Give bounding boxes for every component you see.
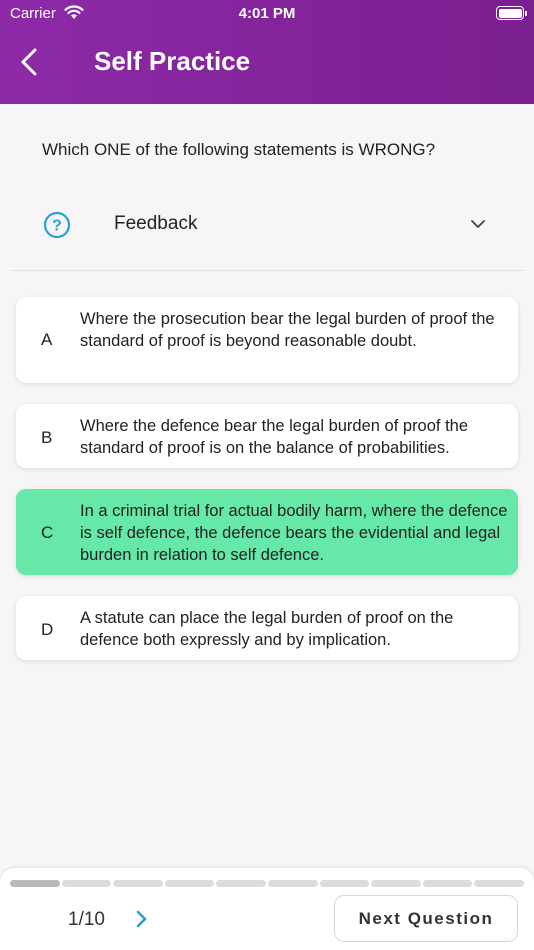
- answer-option-c[interactable]: C In a criminal trial for actual bodily …: [16, 489, 518, 575]
- answer-option-b[interactable]: B Where the defence bear the legal burde…: [16, 404, 518, 468]
- answer-option-a[interactable]: A Where the prosecution bear the legal b…: [16, 297, 518, 383]
- chevron-down-icon: [471, 220, 485, 228]
- status-bar: Carrier 4:01 PM: [0, 0, 534, 28]
- option-text: A statute can place the legal burden of …: [80, 609, 454, 649]
- progress-segment: [474, 880, 524, 887]
- answer-option-d[interactable]: D A statute can place the legal burden o…: [16, 596, 518, 660]
- progress-segment: [10, 880, 60, 887]
- app-header: Carrier 4:01 PM Self Practice: [0, 0, 534, 104]
- option-letter: B: [41, 428, 53, 447]
- divider: [10, 270, 524, 271]
- progress-segment: [164, 880, 215, 887]
- back-button[interactable]: [14, 44, 46, 80]
- progress-segment: [371, 880, 421, 887]
- progress-segment: [113, 880, 163, 887]
- progress-segment: [267, 880, 318, 887]
- progress-indicator: [10, 880, 524, 887]
- progress-segment: [422, 880, 473, 887]
- battery-icon: [496, 6, 527, 20]
- feedback-label: Feedback: [114, 213, 198, 234]
- svg-text:?: ?: [52, 218, 62, 235]
- option-letter: A: [41, 330, 53, 349]
- option-text: In a criminal trial for actual bodily ha…: [80, 502, 508, 564]
- question-text: Which ONE of the following statements is…: [42, 140, 436, 159]
- option-text: Where the prosecution bear the legal bur…: [80, 310, 495, 350]
- chevron-right-icon[interactable]: [134, 909, 150, 929]
- bottom-bar: 1/10 Next Question: [0, 868, 534, 950]
- next-question-button[interactable]: Next Question: [334, 895, 518, 942]
- progress-segment: [216, 880, 266, 887]
- status-time: 4:01 PM: [238, 5, 296, 22]
- option-letter: C: [41, 523, 54, 542]
- option-text: Where the defence bear the legal burden …: [80, 417, 469, 457]
- feedback-toggle[interactable]: ? Feedback: [10, 196, 524, 254]
- question-counter: 1/10: [68, 909, 105, 930]
- help-circle-icon: ?: [43, 211, 71, 239]
- page-title: Self Practice: [94, 46, 251, 76]
- option-letter: D: [41, 620, 54, 639]
- progress-segment: [61, 880, 112, 887]
- progress-segment: [319, 880, 370, 887]
